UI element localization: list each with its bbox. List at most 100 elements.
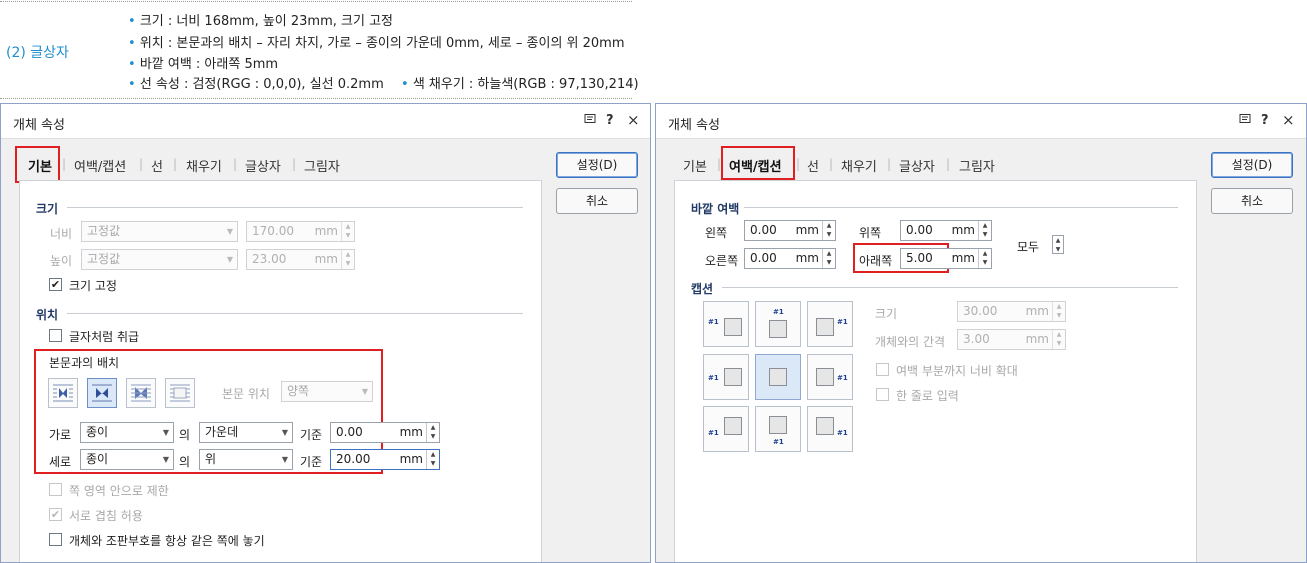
help-icon[interactable]: ? (1261, 113, 1269, 128)
memo-icon[interactable] (584, 113, 596, 129)
caption-oneline-checkbox[interactable] (876, 388, 889, 401)
wrap-square-button[interactable] (48, 378, 78, 408)
cancel-button[interactable]: 취소 (1211, 188, 1293, 214)
tab-textbox[interactable]: 글상자 (899, 156, 935, 175)
wrap-in-front-icon (170, 384, 190, 402)
spin-arrows-icon[interactable]: ▲ ▼ (978, 221, 991, 240)
tab-textbox[interactable]: 글상자 (245, 156, 281, 175)
outer-margin-section-title: 바깥 여백 (691, 202, 740, 216)
spin-arrows-icon[interactable]: ▲ ▼ (1052, 330, 1065, 349)
memo-icon[interactable] (1239, 113, 1251, 129)
treat-as-char-checkbox[interactable] (49, 329, 62, 342)
spin-arrows-icon[interactable]: ▲ ▼ (1052, 302, 1065, 321)
chevron-down-icon: ▼ (226, 255, 233, 264)
tab-fill[interactable]: 채우기 (186, 156, 222, 175)
caption-tag: #1 (708, 374, 719, 382)
right-margin-unit: mm (795, 251, 819, 265)
height-spinner[interactable]: 23.00 mm ▲ ▼ (246, 249, 355, 270)
tab-line[interactable]: 선 (151, 156, 163, 175)
text-position-value: 양쪽 (287, 384, 310, 398)
chevron-down-icon: ▼ (162, 455, 169, 464)
highlight-tab-basic (15, 146, 60, 183)
bottom-margin-label: 아래쪽 (859, 254, 893, 268)
tab-shadow[interactable]: 그림자 (304, 156, 340, 175)
help-icon[interactable]: ? (606, 113, 614, 128)
chevron-down-icon: ▼ (162, 428, 169, 437)
size-section-rule (67, 207, 523, 208)
tab-separator: | (796, 157, 801, 171)
right-margin-value: 0.00 (750, 251, 777, 265)
allow-overlap-checkbox[interactable]: ✔ (49, 508, 62, 521)
dialog-titlebar: 개체 속성 ? × (656, 104, 1306, 139)
caption-gap-label: 개체와의 간격 (875, 335, 946, 349)
spin-arrows-icon[interactable]: ▲ ▼ (822, 249, 835, 268)
caption-right-bottom[interactable]: #1 (807, 406, 853, 452)
caption-right-top[interactable]: #1 (807, 301, 853, 347)
tab-margin-caption[interactable]: 여백/캡션 (74, 156, 126, 175)
close-icon[interactable]: × (1282, 111, 1295, 129)
horizontal-align-select[interactable]: 가운데 ▼ (199, 422, 293, 443)
spin-arrows-icon[interactable]: ▲ ▼ (978, 249, 991, 268)
object-properties-dialog-margin: 개체 속성 ? × 기본 | 여백/캡션 | 선 | 채우기 | 글상자 | 그… (655, 103, 1307, 563)
vertical-relative-select[interactable]: 종이 ▼ (80, 449, 174, 470)
close-icon[interactable]: × (627, 111, 640, 129)
caption-tag: #1 (837, 318, 848, 326)
cancel-button[interactable]: 취소 (556, 188, 638, 214)
top-margin-spinner[interactable]: 0.00 mm ▲ ▼ (900, 220, 992, 241)
bottom-dotted-divider (0, 98, 632, 99)
limit-page-label: 쪽 영역 안으로 제한 (69, 484, 169, 498)
size-section-title: 크기 (36, 202, 59, 216)
vertical-offset-spinner[interactable]: 20.00 mm ▲ ▼ (330, 449, 440, 470)
spin-arrows-icon[interactable]: ▲ ▼ (426, 450, 439, 469)
dialog-title: 개체 속성 (13, 118, 65, 133)
spin-arrows-icon[interactable]: ▲ ▼ (822, 221, 835, 240)
ok-button[interactable]: 설정(D) (556, 152, 638, 178)
caption-size-spinner[interactable]: 30.00 mm ▲ ▼ (957, 301, 1066, 322)
caption-extend-checkbox[interactable] (876, 363, 889, 376)
tab-fill[interactable]: 채우기 (841, 156, 877, 175)
caption-tag: #1 (773, 308, 784, 316)
fix-size-checkbox[interactable]: ✔ (49, 278, 62, 291)
spin-arrows-icon[interactable]: ▲ ▼ (341, 222, 354, 241)
caption-oneline-label: 한 줄로 입력 (896, 389, 959, 403)
horizontal-offset-spinner[interactable]: 0.00 mm ▲ ▼ (330, 422, 440, 443)
same-page-checkbox[interactable] (49, 533, 62, 546)
spin-arrows-icon[interactable]: ▲ ▼ (426, 423, 439, 442)
caption-object-icon (769, 320, 787, 338)
caption-top[interactable]: #1 (755, 301, 801, 347)
of-label: 의 (179, 428, 191, 442)
height-mode-select[interactable]: 고정값 ▼ (81, 249, 238, 270)
horizontal-relative-select[interactable]: 종이 ▼ (80, 422, 174, 443)
all-margin-spinner-icon[interactable]: ▲ ▼ (1052, 235, 1064, 254)
caption-left-top[interactable]: #1 (703, 301, 749, 347)
all-margin-label: 모두 (1017, 240, 1040, 254)
width-spinner[interactable]: 170.00 mm ▲ ▼ (246, 221, 355, 242)
caption-size-label: 크기 (875, 307, 898, 321)
wrap-in-front-button[interactable] (165, 378, 195, 408)
bottom-margin-spinner[interactable]: 5.00 mm ▲ ▼ (900, 248, 992, 269)
caption-none[interactable] (755, 354, 801, 400)
text-position-select[interactable]: 양쪽 ▼ (281, 381, 373, 402)
limit-page-checkbox[interactable] (49, 483, 62, 496)
vertical-align-select[interactable]: 위 ▼ (199, 449, 293, 470)
caption-bottom[interactable]: #1 (755, 406, 801, 452)
caption-left[interactable]: #1 (703, 354, 749, 400)
caption-gap-spinner[interactable]: 3.00 mm ▲ ▼ (957, 329, 1066, 350)
tab-basic[interactable]: 기본 (683, 156, 707, 175)
ok-button[interactable]: 설정(D) (1211, 152, 1293, 178)
tab-separator: | (887, 157, 892, 171)
spin-arrows-icon[interactable]: ▲ ▼ (341, 250, 354, 269)
tab-shadow[interactable]: 그림자 (959, 156, 995, 175)
right-margin-spinner[interactable]: 0.00 mm ▲ ▼ (744, 248, 836, 269)
tab-line[interactable]: 선 (807, 156, 819, 175)
caption-right[interactable]: #1 (807, 354, 853, 400)
left-margin-label: 왼쪽 (705, 226, 728, 240)
wrap-top-bottom-button[interactable] (87, 378, 117, 408)
caption-left-bottom[interactable]: #1 (703, 406, 749, 452)
width-mode-value: 고정값 (87, 224, 121, 238)
width-value: 170.00 (252, 224, 294, 238)
wrap-behind-text-button[interactable] (126, 378, 156, 408)
width-mode-select[interactable]: 고정값 ▼ (81, 221, 238, 242)
left-margin-spinner[interactable]: 0.00 mm ▲ ▼ (744, 220, 836, 241)
base-label: 기준 (300, 455, 323, 469)
